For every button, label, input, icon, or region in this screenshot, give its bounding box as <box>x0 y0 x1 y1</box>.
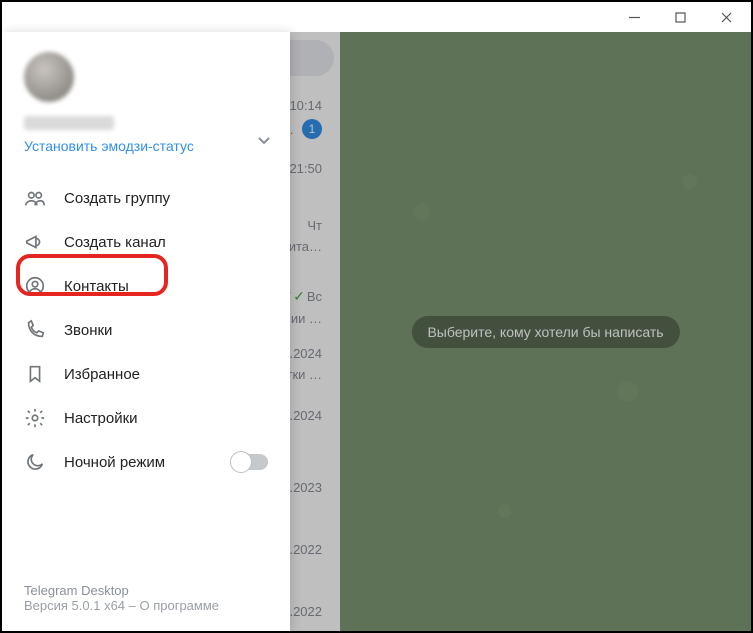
phone-icon <box>24 319 46 341</box>
main-menu-drawer: Установить эмодзи-статус Создать группу … <box>2 32 290 631</box>
version-text: Версия 5.0.1 x64 – <box>24 598 139 613</box>
close-button[interactable] <box>703 2 749 32</box>
gear-icon <box>24 407 46 429</box>
menu-contacts[interactable]: Контакты <box>2 264 290 308</box>
menu-night-mode[interactable]: Ночной режим <box>2 440 290 484</box>
minimize-button[interactable] <box>611 2 657 32</box>
chevron-down-icon[interactable] <box>256 132 272 153</box>
menu-new-channel[interactable]: Создать канал <box>2 220 290 264</box>
menu-label: Контакты <box>64 278 129 295</box>
app-window: 10:14 ет… 1 ✓✓21:50 Чт чита… ✓✓Вс олии …… <box>0 0 753 633</box>
moon-icon <box>24 451 46 473</box>
username <box>24 116 114 130</box>
group-icon <box>24 187 46 209</box>
menu-label: Настройки <box>64 410 138 427</box>
set-emoji-status-link[interactable]: Установить эмодзи-статус <box>24 138 194 154</box>
menu-label: Создать группу <box>64 190 170 207</box>
menu-label: Избранное <box>64 366 140 383</box>
menu-new-group[interactable]: Создать группу <box>2 176 290 220</box>
drawer-header: Установить эмодзи-статус <box>2 32 290 168</box>
contact-icon <box>24 275 46 297</box>
maximize-button[interactable] <box>657 2 703 32</box>
about-link[interactable]: О программе <box>139 598 219 613</box>
bookmark-icon <box>24 363 46 385</box>
menu-label: Создать канал <box>64 234 166 251</box>
app-name: Telegram Desktop <box>24 583 268 598</box>
menu-label: Ночной режим <box>64 454 165 471</box>
menu-saved[interactable]: Избранное <box>2 352 290 396</box>
menu-calls[interactable]: Звонки <box>2 308 290 352</box>
megaphone-icon <box>24 231 46 253</box>
night-mode-toggle[interactable] <box>232 454 268 470</box>
menu-label: Звонки <box>64 322 112 339</box>
menu-settings[interactable]: Настройки <box>2 396 290 440</box>
drawer-footer: Telegram Desktop Версия 5.0.1 x64 – О пр… <box>2 569 290 631</box>
titlebar <box>2 2 751 32</box>
avatar[interactable] <box>24 52 74 102</box>
